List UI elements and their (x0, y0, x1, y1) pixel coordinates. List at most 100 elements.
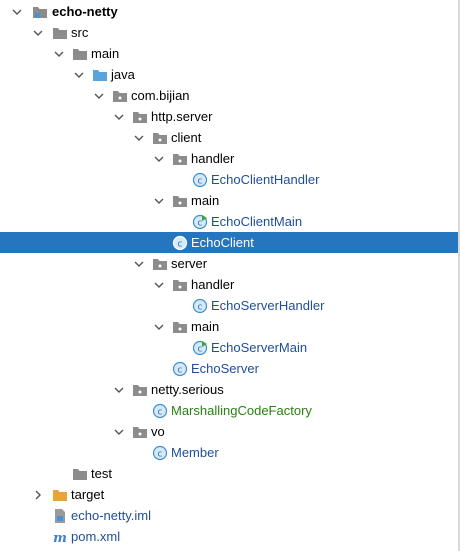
java-class-icon: c (172, 235, 188, 251)
tree-row-pom-xml[interactable]: m pom.xml (0, 526, 460, 547)
tree-row-echo-server[interactable]: c EchoServer (0, 358, 460, 379)
maven-icon: m (52, 529, 68, 545)
package-icon (152, 256, 168, 272)
tree-row-client-main[interactable]: main (0, 190, 460, 211)
tree-label: com.bijian (131, 88, 190, 103)
svg-text:c: c (158, 449, 163, 459)
tree-label: client (171, 130, 202, 145)
package-icon (132, 109, 148, 125)
tree-row-main[interactable]: main (0, 43, 460, 64)
tree-row-server-handler[interactable]: handler (0, 274, 460, 295)
tree-label: Member (171, 445, 219, 460)
chevron-down-icon[interactable] (11, 6, 23, 18)
svg-text:c: c (198, 344, 203, 354)
package-icon (132, 424, 148, 440)
package-icon (172, 277, 188, 293)
iml-file-icon (52, 508, 68, 524)
tree-label: handler (191, 151, 235, 166)
chevron-down-icon[interactable] (153, 279, 165, 291)
tree-row-echo-client-main[interactable]: c EchoClientMain (0, 211, 460, 232)
chevron-down-icon[interactable] (153, 195, 165, 207)
tree-row-echo-client-handler[interactable]: c EchoClientHandler (0, 169, 460, 190)
java-class-icon: c (152, 403, 168, 419)
chevron-down-icon[interactable] (113, 426, 125, 438)
chevron-down-icon[interactable] (133, 258, 145, 270)
tree-label: EchoClientHandler (211, 172, 320, 187)
tree-label: netty.serious (151, 382, 224, 397)
tree-row-server-main[interactable]: main (0, 316, 460, 337)
tree-label: EchoServerHandler (211, 298, 325, 313)
tree-label: java (111, 67, 135, 82)
java-runnable-class-icon: c (192, 340, 208, 356)
module-folder-icon (32, 4, 48, 20)
tree-row-server[interactable]: server (0, 253, 460, 274)
tree-row-member[interactable]: c Member (0, 442, 460, 463)
package-icon (112, 88, 128, 104)
folder-icon (72, 46, 88, 62)
chevron-down-icon[interactable] (73, 69, 85, 81)
package-icon (172, 319, 188, 335)
tree-label: server (171, 256, 208, 271)
tree-row-target[interactable]: target (0, 484, 460, 505)
tree-label: main (91, 46, 120, 61)
chevron-down-icon[interactable] (153, 153, 165, 165)
tree-row-echo-server-handler[interactable]: c EchoServerHandler (0, 295, 460, 316)
tree-label: echo-netty (52, 4, 118, 19)
tree-label: pom.xml (71, 529, 121, 544)
package-icon (172, 151, 188, 167)
chevron-down-icon[interactable] (133, 132, 145, 144)
tree-row-netty-serious[interactable]: netty.serious (0, 379, 460, 400)
package-icon (152, 130, 168, 146)
tree-label: http.server (151, 109, 213, 124)
tree-row-http-server[interactable]: http.server (0, 106, 460, 127)
tree-row-test[interactable]: test (0, 463, 460, 484)
svg-text:c: c (198, 302, 203, 312)
tree-label: EchoClient (191, 235, 254, 250)
svg-text:c: c (178, 239, 183, 249)
tree-label: vo (151, 424, 165, 439)
tree-row-marshalling-code-factory[interactable]: c MarshallingCodeFactory (0, 400, 460, 421)
svg-text:c: c (158, 407, 163, 417)
package-icon (172, 193, 188, 209)
chevron-down-icon[interactable] (153, 321, 165, 333)
chevron-right-icon[interactable] (32, 489, 44, 501)
tree-label: main (191, 319, 220, 334)
chevron-down-icon[interactable] (53, 48, 65, 60)
java-class-icon: c (192, 172, 208, 188)
source-folder-icon (92, 67, 108, 83)
svg-text:m: m (53, 531, 67, 545)
svg-text:c: c (178, 365, 183, 375)
folder-icon (72, 466, 88, 482)
tree-row-vo[interactable]: vo (0, 421, 460, 442)
tree-label: MarshallingCodeFactory (171, 403, 312, 418)
java-class-icon: c (152, 445, 168, 461)
java-runnable-class-icon: c (192, 214, 208, 230)
java-class-icon: c (192, 298, 208, 314)
chevron-down-icon[interactable] (113, 111, 125, 123)
tree-label: EchoServer (191, 361, 259, 376)
tree-row-client[interactable]: client (0, 127, 460, 148)
excluded-folder-icon (52, 487, 68, 503)
java-class-icon: c (172, 361, 188, 377)
tree-label: target (71, 487, 105, 502)
project-tree: echo-netty src main java com.bijian http… (0, 0, 460, 551)
chevron-down-icon[interactable] (93, 90, 105, 102)
svg-text:c: c (198, 176, 203, 186)
tree-row-java[interactable]: java (0, 64, 460, 85)
tree-row-echo-client[interactable]: c EchoClient (0, 232, 460, 253)
tree-label: src (71, 25, 89, 40)
folder-icon (52, 25, 68, 41)
tree-row-src[interactable]: src (0, 22, 460, 43)
tree-label: main (191, 193, 220, 208)
tree-row-com-bijian[interactable]: com.bijian (0, 85, 460, 106)
tree-label: echo-netty.iml (71, 508, 151, 523)
tree-label: EchoClientMain (211, 214, 303, 229)
tree-label: test (91, 466, 112, 481)
chevron-down-icon[interactable] (113, 384, 125, 396)
package-icon (132, 382, 148, 398)
tree-row-echo-netty-iml[interactable]: echo-netty.iml (0, 505, 460, 526)
chevron-down-icon[interactable] (32, 27, 44, 39)
tree-row-client-handler[interactable]: handler (0, 148, 460, 169)
tree-row-echo-netty[interactable]: echo-netty (0, 1, 460, 22)
tree-row-echo-server-main[interactable]: c EchoServerMain (0, 337, 460, 358)
